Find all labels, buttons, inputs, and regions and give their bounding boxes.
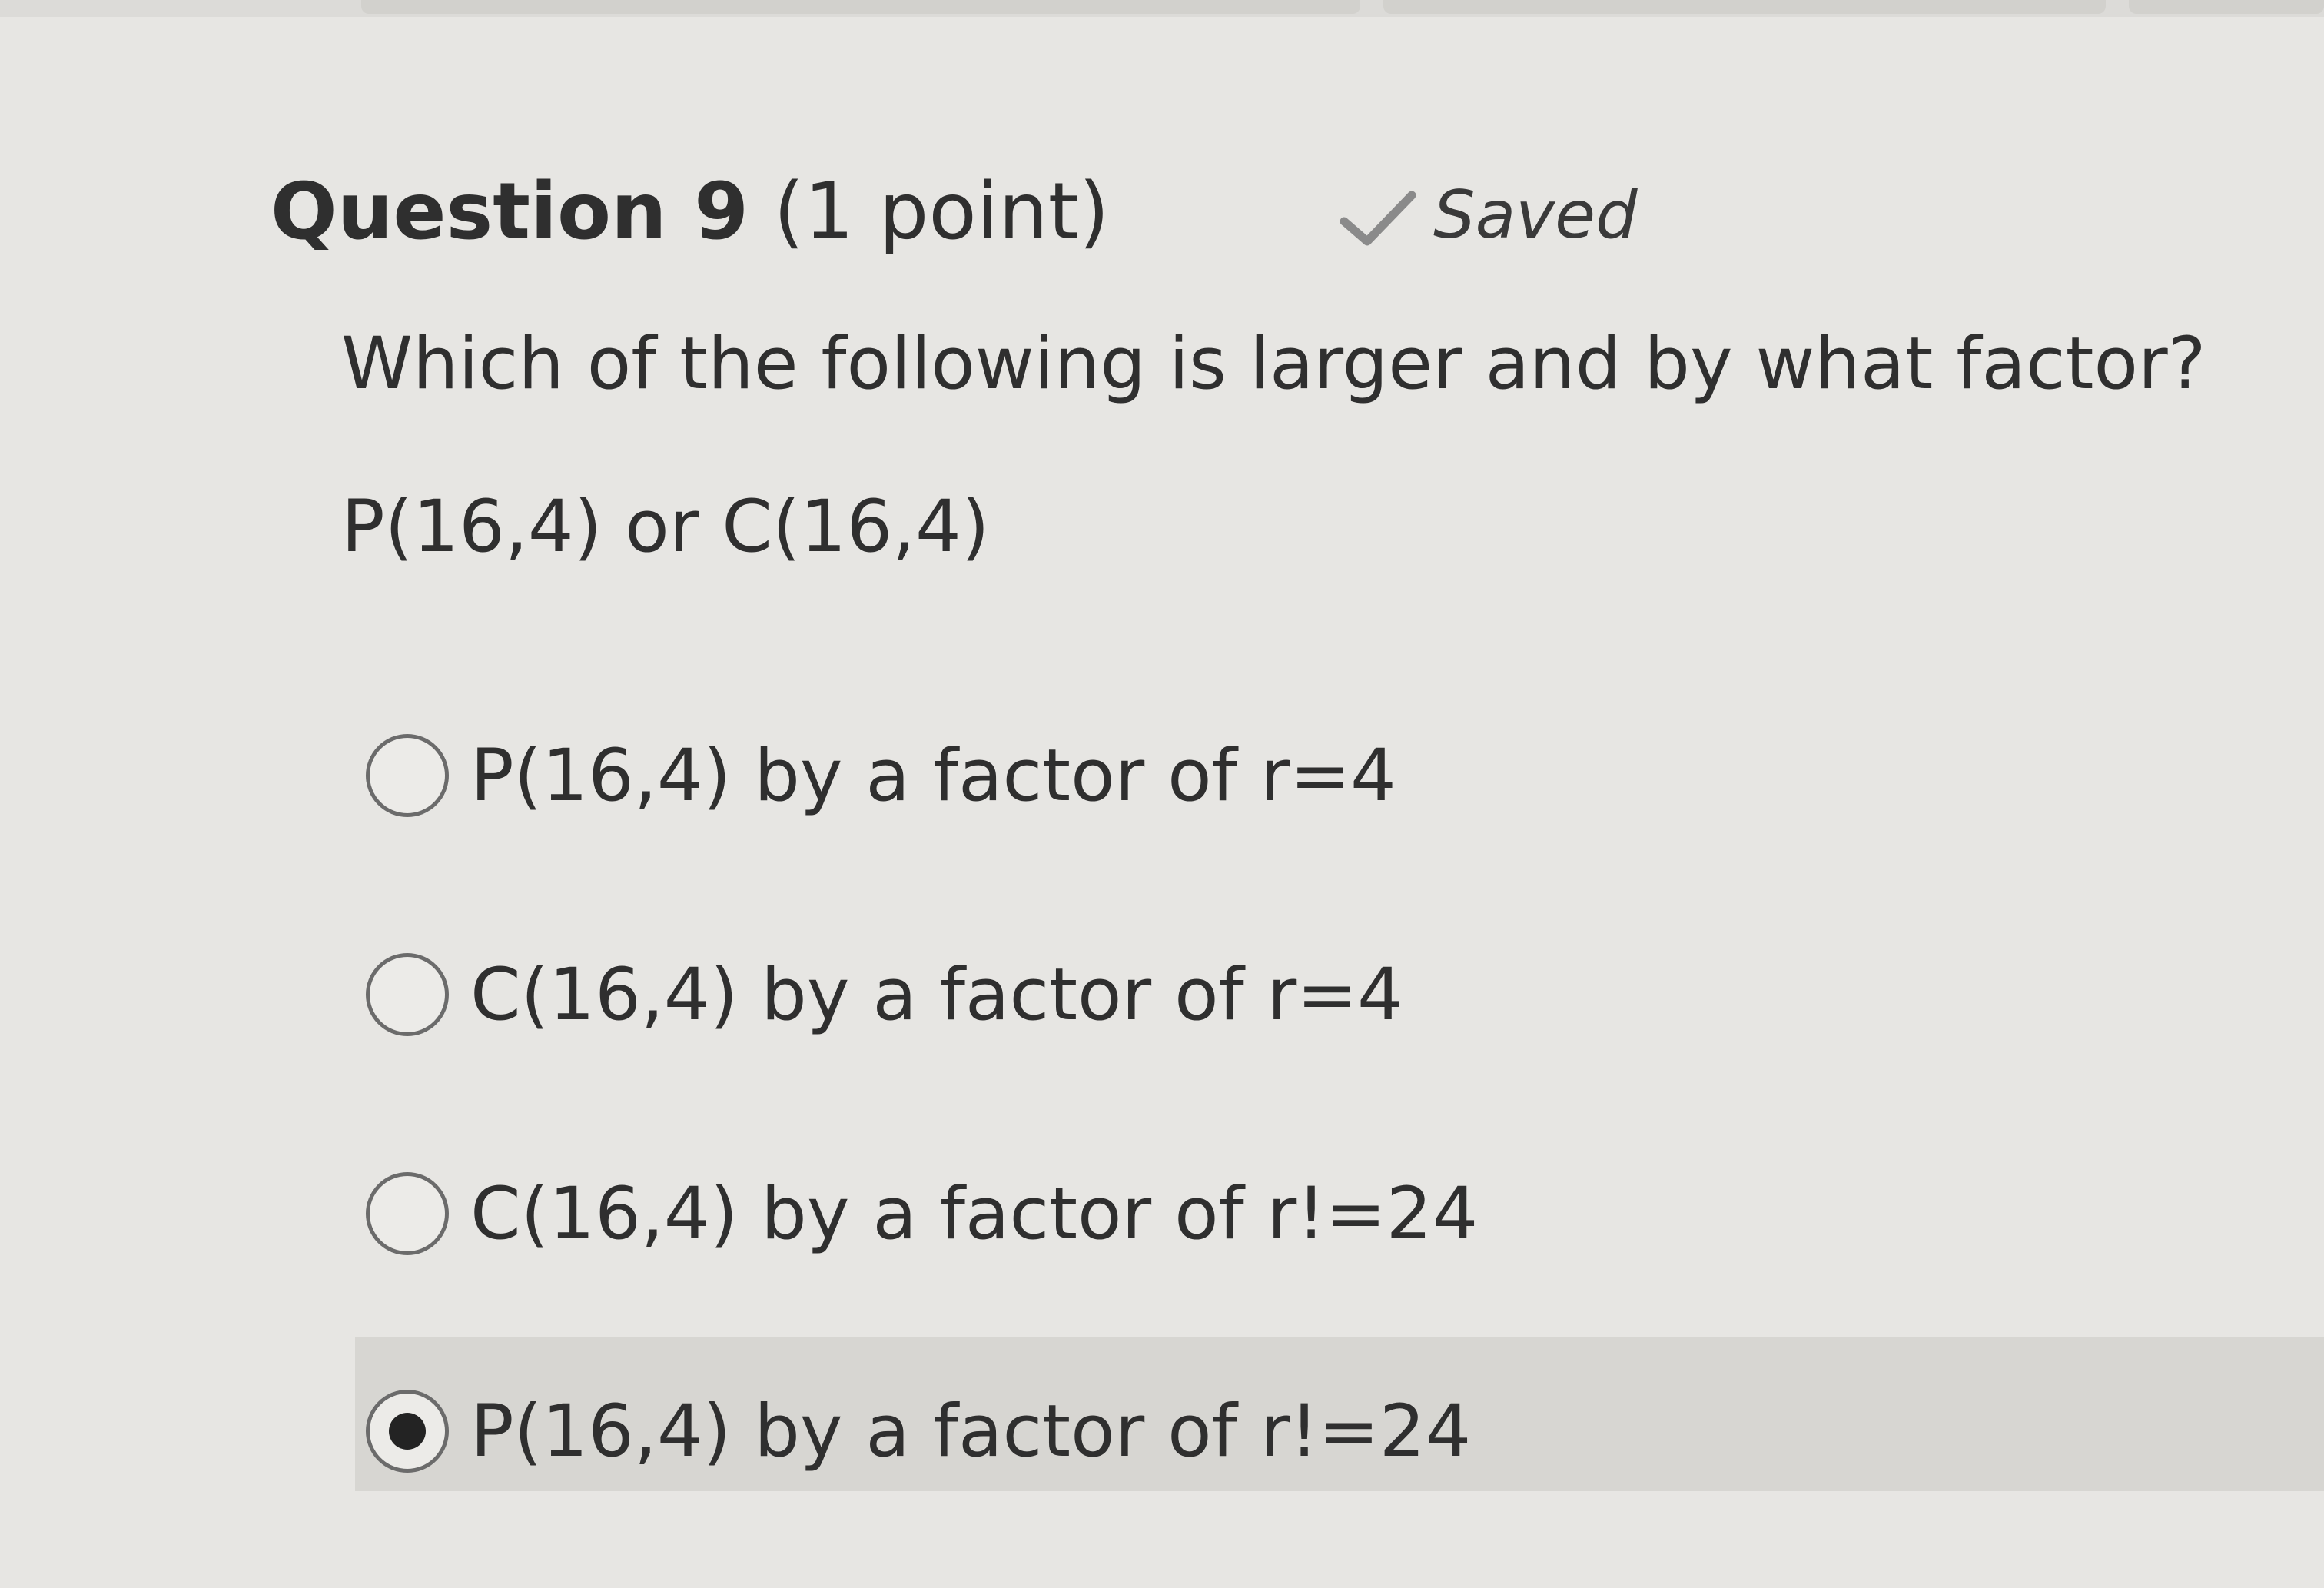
- question-header: Question 9 (1 point) Saved: [271, 154, 1638, 269]
- top-tab[interactable]: [2129, 0, 2324, 14]
- answer-option-label[interactable]: C(16,4) by a factor of r!=24: [470, 1167, 1478, 1262]
- top-tab[interactable]: [1383, 0, 2106, 14]
- question-prompt: Which of the following is larger and by …: [341, 322, 2206, 406]
- top-strip: [0, 0, 2324, 17]
- answer-option[interactable]: C(16,4) by a factor of r!=24: [355, 1141, 2324, 1295]
- answer-option-label[interactable]: C(16,4) by a factor of r=4: [470, 948, 1403, 1043]
- answer-option-selected[interactable]: P(16,4) by a factor of r!=24: [355, 1337, 2324, 1491]
- question-title: Question 9 (1 point): [271, 166, 1110, 258]
- question-expression: P(16,4) or C(16,4): [341, 485, 990, 569]
- question-number: Question 9: [271, 166, 749, 257]
- answer-option-label[interactable]: P(16,4) by a factor of r!=24: [470, 1384, 1471, 1480]
- answer-option[interactable]: C(16,4) by a factor of r=4: [355, 922, 2324, 1076]
- checkmark-icon: [1340, 191, 1416, 246]
- radio-button[interactable]: [366, 734, 449, 817]
- answer-option[interactable]: P(16,4) by a factor of r=4: [355, 703, 2324, 857]
- saved-label: Saved: [1433, 177, 1638, 254]
- radio-button[interactable]: [366, 1172, 449, 1255]
- radio-button-selected[interactable]: [366, 1390, 449, 1473]
- question-points: (1 point): [773, 166, 1110, 257]
- answer-option-label[interactable]: P(16,4) by a factor of r=4: [470, 729, 1396, 824]
- radio-button[interactable]: [366, 953, 449, 1036]
- top-tab[interactable]: [361, 0, 1360, 14]
- radio-selected-dot: [389, 1413, 426, 1450]
